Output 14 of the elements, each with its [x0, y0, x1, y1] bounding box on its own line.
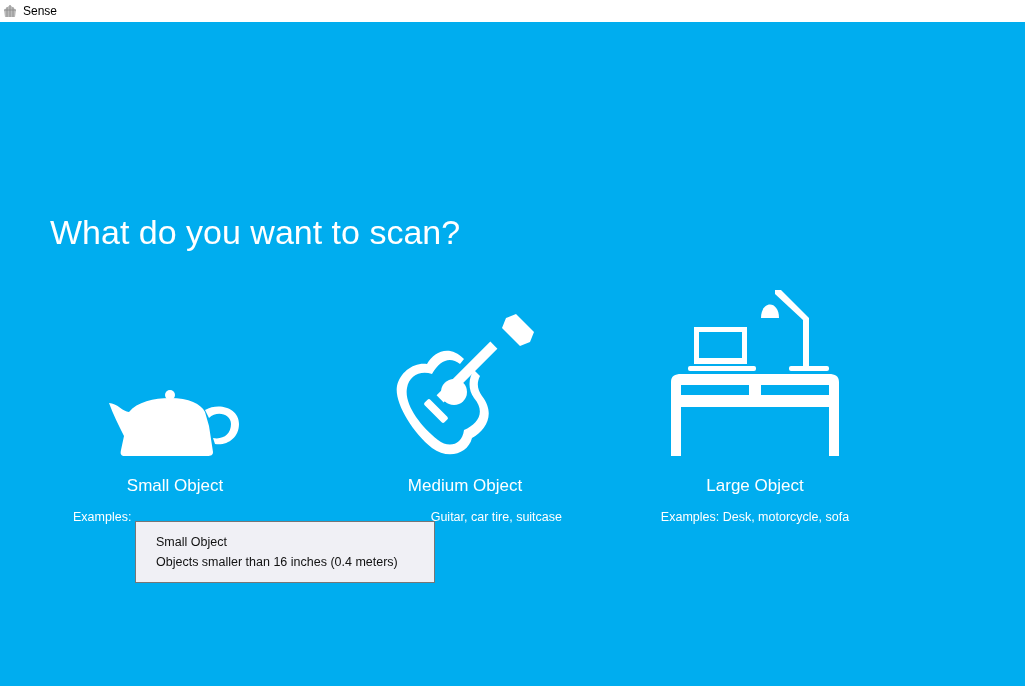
- examples-text: Examples: Desk, motorcycle, sofa: [660, 510, 850, 524]
- desk-icon[interactable]: [671, 290, 839, 456]
- option-label[interactable]: Large Object: [706, 476, 804, 496]
- option-label[interactable]: Small Object: [126, 476, 224, 496]
- examples-text: Guitar, car tire, suitcase: [430, 510, 562, 524]
- guitar-icon[interactable]: [394, 314, 536, 456]
- window-title: Sense: [23, 4, 58, 18]
- page-heading: What do you want to scan?: [49, 212, 462, 252]
- teapot-icon[interactable]: [109, 390, 241, 456]
- tooltip-title: Small Object: [156, 534, 228, 551]
- tooltip-text: Objects smaller than 16 inches (0.4 meters): [156, 554, 399, 571]
- examples-text: Examples:: [73, 510, 132, 524]
- app-icon: [3, 4, 17, 18]
- option-label[interactable]: Medium Object: [407, 476, 523, 496]
